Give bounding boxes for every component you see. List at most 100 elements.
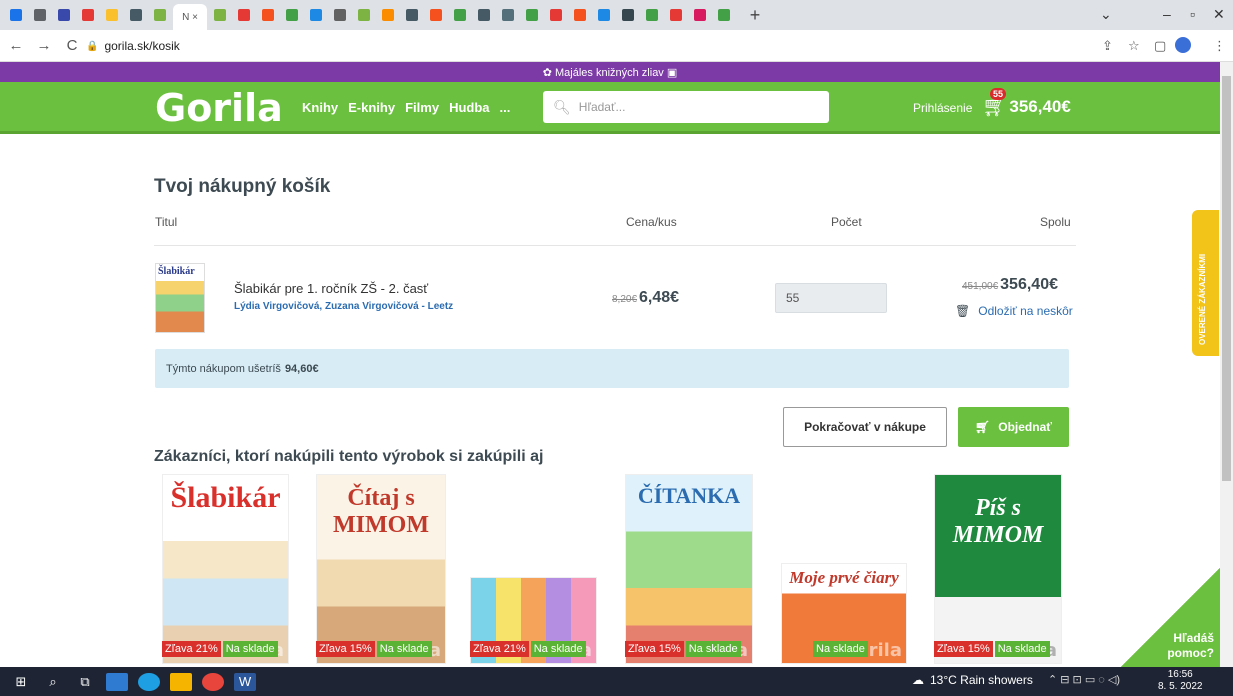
- active-tab[interactable]: N ×: [173, 4, 207, 30]
- reco-cover-text: Čítaj s MIMOM: [333, 485, 429, 538]
- cart-button[interactable]: 🛒︎ 55 356,40€: [982, 88, 1071, 119]
- share-icon[interactable]: ⇪: [1102, 38, 1113, 54]
- nav-item-filmy[interactable]: Filmy: [405, 100, 439, 115]
- reco-item[interactable]: Moje prvé čiary Gorila Na sklade: [781, 563, 907, 664]
- browser-tab[interactable]: [77, 4, 99, 26]
- windows-start-icon[interactable]: ⊞: [10, 673, 32, 691]
- browser-tab[interactable]: [641, 4, 663, 26]
- browser-tab[interactable]: [449, 4, 471, 26]
- search-input[interactable]: [578, 100, 809, 114]
- address-bar[interactable]: 🔒 gorila.sk/kosik: [86, 34, 1086, 58]
- browser-tab[interactable]: [329, 4, 351, 26]
- nav-item-knihy[interactable]: Knihy: [302, 100, 338, 115]
- browser-tab[interactable]: [209, 4, 231, 26]
- browser-tab[interactable]: [521, 4, 543, 26]
- save-for-later-link[interactable]: 🗑︎ Odložiť na neskôr: [955, 304, 1073, 318]
- scrollbar-thumb[interactable]: [1222, 76, 1231, 481]
- edge-icon[interactable]: [138, 672, 160, 691]
- browser-tab[interactable]: [689, 4, 711, 26]
- browser-tab[interactable]: [257, 4, 279, 26]
- file-explorer-icon[interactable]: [170, 672, 192, 691]
- savings-banner: Týmto nákupom ušetríš 94,60€: [155, 349, 1069, 388]
- item-authors[interactable]: Lýdia Virgovičová, Zuzana Virgovičová - …: [234, 301, 453, 312]
- reco-item[interactable]: Čítaj s MIMOM Gorila Zľava 15% Na sklade: [316, 474, 446, 664]
- order-button[interactable]: 🛒︎ Objednať: [958, 407, 1069, 447]
- task-view-icon[interactable]: ⧉: [74, 673, 96, 691]
- browser-tab[interactable]: [617, 4, 639, 26]
- browser-tab[interactable]: [377, 4, 399, 26]
- tab-search-icon[interactable]: ⌄: [1100, 6, 1112, 23]
- item-cover-image[interactable]: Šlabikár: [155, 263, 205, 333]
- tab-favicon-icon: [310, 9, 322, 21]
- browser-tab[interactable]: [53, 4, 75, 26]
- clock[interactable]: 16:56 8. 5. 2022: [1158, 669, 1202, 693]
- reco-item[interactable]: Píš s MIMOM Gorila Zľava 15% Na sklade: [934, 474, 1062, 664]
- nav-item-e-knihy[interactable]: E-knihy: [348, 100, 395, 115]
- word-icon[interactable]: W: [234, 672, 256, 691]
- login-link[interactable]: Prihlásenie: [913, 101, 972, 115]
- reco-cover[interactable]: ČÍTANKA Gorila: [625, 474, 753, 664]
- reco-tags: Zľava 21% Na sklade: [470, 641, 586, 657]
- browser-tab[interactable]: [233, 4, 255, 26]
- browser-tab[interactable]: [305, 4, 327, 26]
- browser-tab[interactable]: [545, 4, 567, 26]
- browser-tab[interactable]: [29, 4, 51, 26]
- close-icon[interactable]: ✕: [1213, 6, 1225, 23]
- promo-bar[interactable]: ✿ Majáles knižných zliav ▣: [0, 62, 1220, 82]
- help-button[interactable]: Hľadáš pomoc?: [1112, 568, 1220, 667]
- back-button[interactable]: ←: [4, 37, 28, 54]
- browser-tab[interactable]: [149, 4, 171, 26]
- weather-widget[interactable]: ☁ 13°C Rain showers: [912, 673, 1033, 687]
- continue-shopping-button[interactable]: Pokračovať v nákupe: [783, 407, 947, 447]
- browser-tab[interactable]: [473, 4, 495, 26]
- browser-tab[interactable]: [125, 4, 147, 26]
- star-icon[interactable]: ☆: [1128, 38, 1140, 54]
- search-icon[interactable]: ⌕: [42, 673, 64, 691]
- reload-button[interactable]: C: [60, 37, 84, 54]
- tab-favicon-icon: [406, 9, 418, 21]
- reco-cover[interactable]: Píš s MIMOM Gorila: [934, 474, 1062, 664]
- quantity-input[interactable]: [775, 283, 887, 313]
- browser-tab[interactable]: [425, 4, 447, 26]
- item-title[interactable]: Šlabikár pre 1. ročník ZŠ - 2. časť: [234, 281, 428, 296]
- nav-item-more[interactable]: ...: [500, 100, 511, 115]
- browser-tab[interactable]: [593, 4, 615, 26]
- profile-icon[interactable]: [1175, 37, 1191, 53]
- weather-text: 13°C Rain showers: [930, 673, 1033, 687]
- reco-item[interactable]: ČÍTANKA Gorila Zľava 15% Na sklade: [625, 474, 753, 664]
- reco-item[interactable]: Gorila Zľava 21% Na sklade: [470, 577, 597, 664]
- minimize-icon[interactable]: –: [1163, 6, 1171, 22]
- tab-favicon-icon: [262, 9, 274, 21]
- app-icon[interactable]: [106, 672, 128, 691]
- item-cover-text: Šlabikár: [158, 266, 195, 277]
- chrome-icon[interactable]: [202, 672, 224, 691]
- search-box: 🔍︎: [543, 91, 829, 123]
- reco-cover[interactable]: Šlabikár Gorila: [162, 474, 289, 664]
- nav-item-hudba[interactable]: Hudba: [449, 100, 489, 115]
- browser-tab[interactable]: [713, 4, 735, 26]
- verified-reviews-badge[interactable]: OVERENÉ ZÁKAZNÍKMI: [1192, 210, 1219, 356]
- stock-badge: Na sklade: [530, 641, 586, 657]
- restore-icon[interactable]: ▫: [1190, 6, 1195, 22]
- lock-icon: 🔒: [86, 40, 99, 52]
- browser-tab[interactable]: [401, 4, 423, 26]
- reco-tags: Zľava 15% Na sklade: [934, 641, 1050, 657]
- scrollbar[interactable]: [1220, 62, 1233, 667]
- reco-cover-text: Píš s MIMOM: [952, 495, 1044, 548]
- site-logo[interactable]: Gorila: [155, 86, 283, 130]
- reco-item[interactable]: Šlabikár Gorila Zľava 21% Na sklade: [162, 474, 292, 664]
- browser-tab[interactable]: [101, 4, 123, 26]
- reco-cover[interactable]: Čítaj s MIMOM Gorila: [316, 474, 446, 664]
- browser-tab[interactable]: [5, 4, 27, 26]
- menu-icon[interactable]: ⋮: [1213, 38, 1226, 54]
- new-tab-button[interactable]: +: [746, 5, 764, 26]
- browser-tab[interactable]: [569, 4, 591, 26]
- system-tray[interactable]: ⌃ ⊟ ⊡ ▭ ◌ ◁): [1048, 673, 1120, 686]
- forward-button[interactable]: →: [32, 37, 56, 54]
- browser-tab[interactable]: [665, 4, 687, 26]
- date: 8. 5. 2022: [1158, 681, 1203, 692]
- browser-tab[interactable]: [281, 4, 303, 26]
- sidebar-icon[interactable]: ▢: [1154, 38, 1166, 54]
- browser-tab[interactable]: [353, 4, 375, 26]
- browser-tab[interactable]: [497, 4, 519, 26]
